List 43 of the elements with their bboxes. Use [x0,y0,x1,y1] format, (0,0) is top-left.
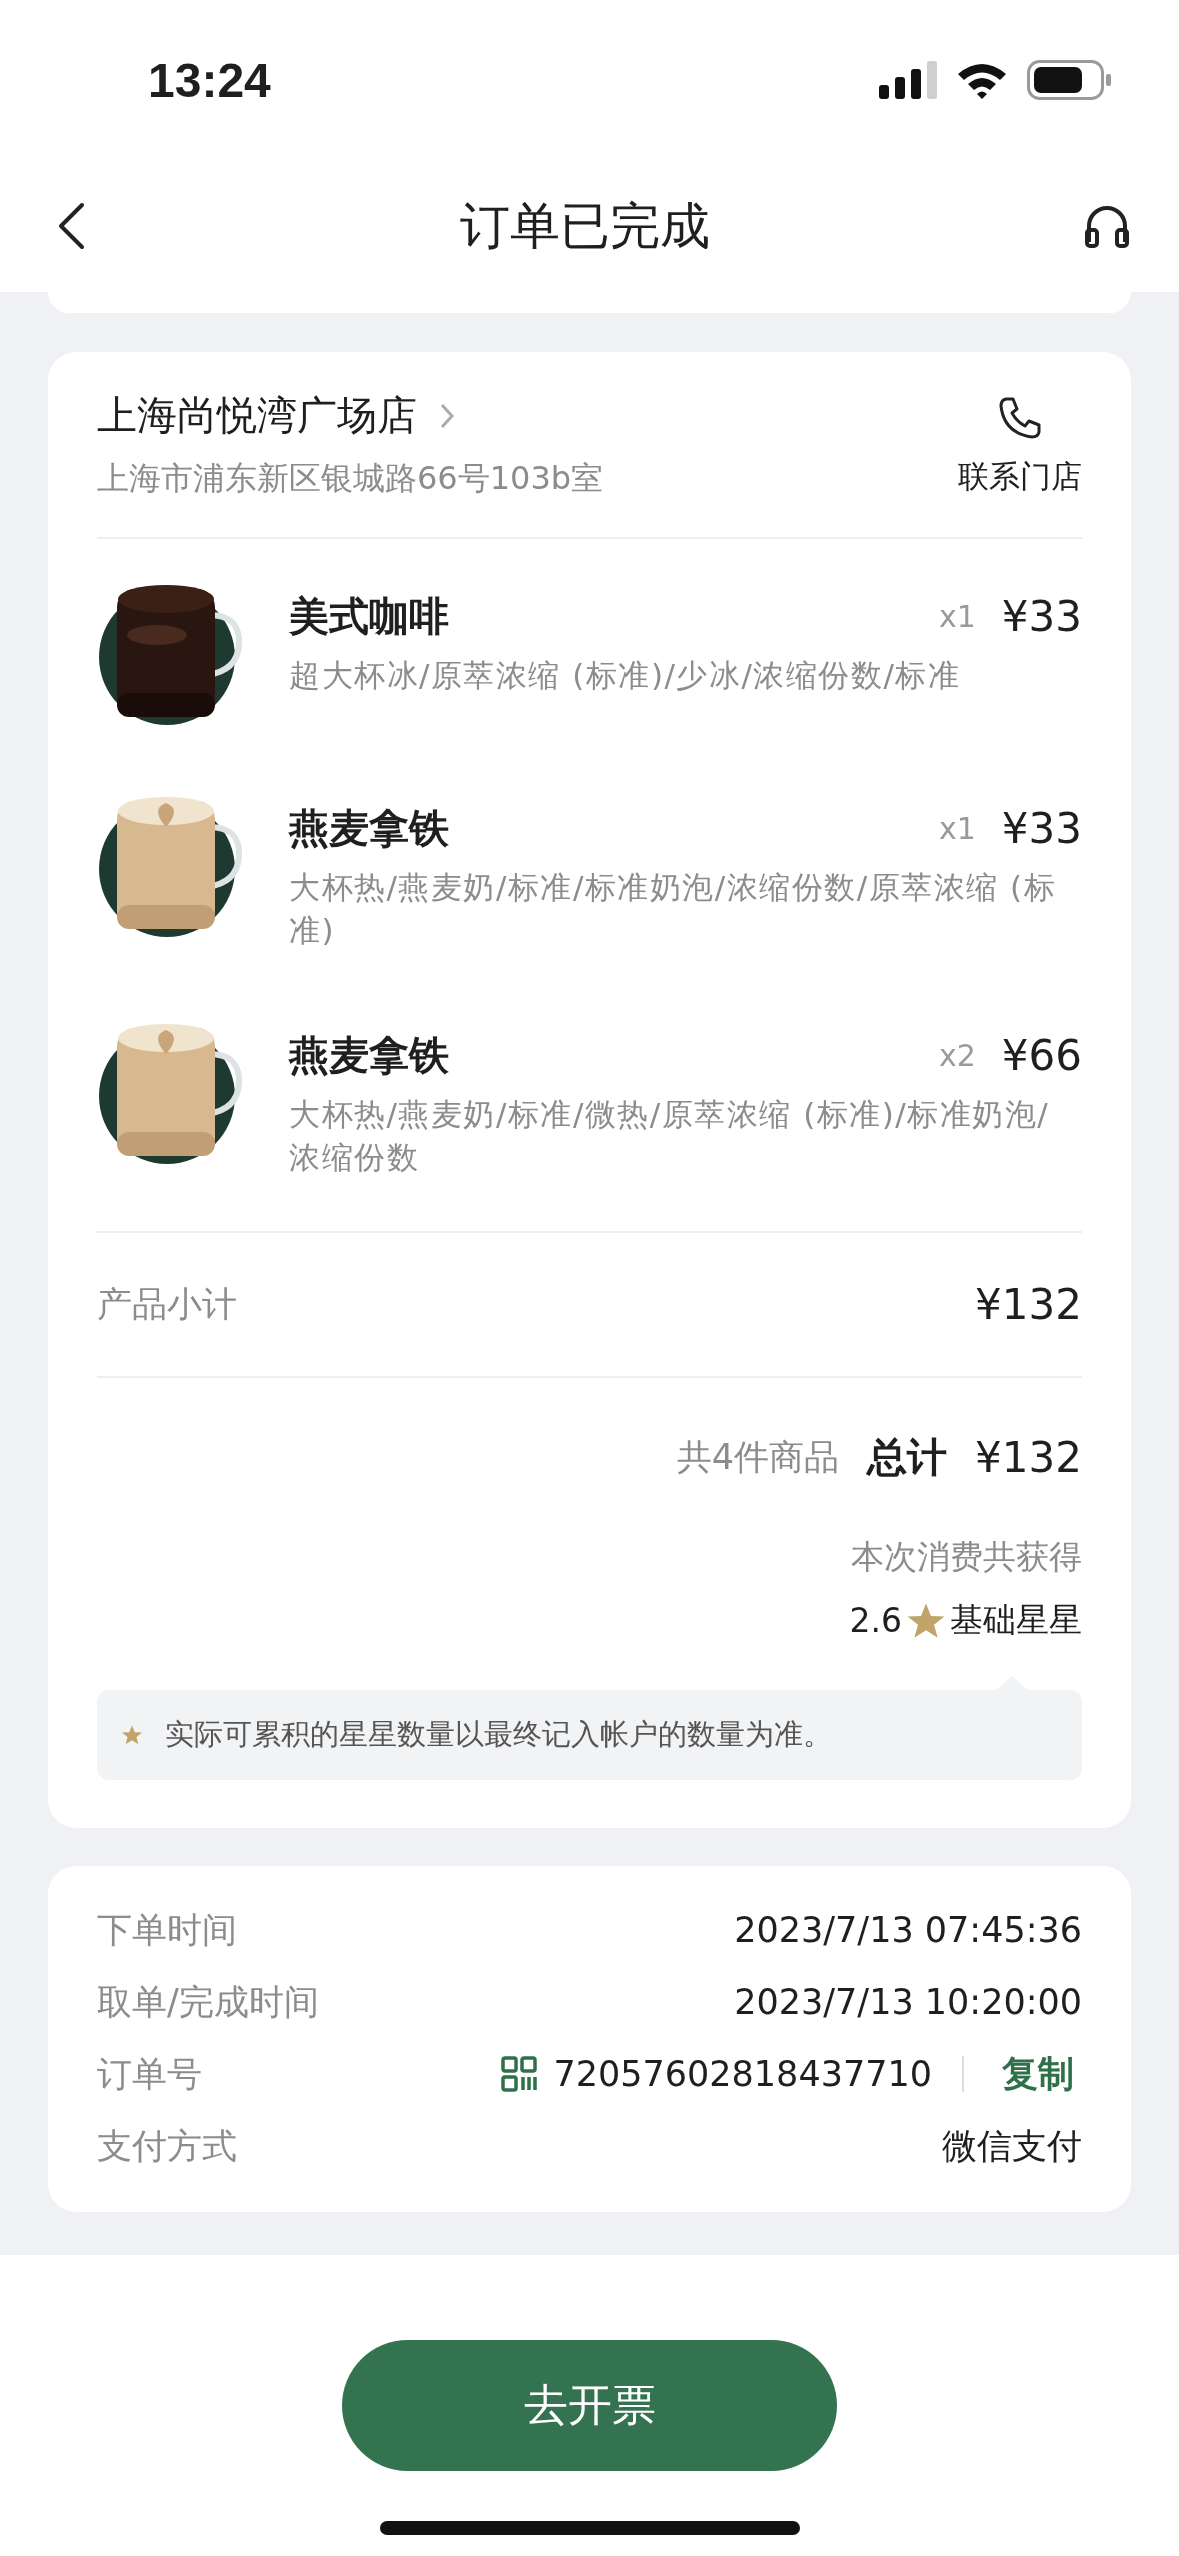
back-button[interactable] [56,202,86,250]
info-value: 微信支付 [942,2124,1082,2168]
stars-earned-value: 2.6 [849,1601,902,1640]
product-price: ¥33 [1001,804,1082,853]
phone-icon [998,396,1042,440]
status-time: 13:24 [148,52,271,108]
stars-earned-label: 本次消费共获得 [851,1536,1082,1578]
subtotal-label: 产品小计 [97,1283,237,1326]
product-price: ¥33 [1001,592,1082,641]
info-label: 取单/完成时间 [97,1980,319,2024]
order-number: 72057602818437710 [553,2054,932,2094]
info-label: 支付方式 [97,2124,237,2168]
store-address: 上海市浦东新区银城路66号103b室 [97,458,604,499]
product-quantity: x1 [939,811,976,846]
info-value: 2023/7/13 07:45:36 [734,1910,1082,1950]
signal-icon [879,61,937,99]
product-name: 燕麦拿铁 [289,804,450,853]
total-label: 总计 [867,1433,948,1482]
product-quantity: x1 [939,599,976,634]
qr-code-icon[interactable] [501,2056,538,2092]
product-options: 大杯热/燕麦奶/标准/标准奶泡/浓缩份数/原萃浓缩 (标准) [289,866,1082,952]
copy-button[interactable]: 复制 [1002,2049,1074,2099]
info-label: 下单时间 [97,1908,237,1952]
battery-icon [1027,60,1111,100]
stars-unit: 基础星星 [950,1599,1082,1641]
store-name-link[interactable]: 上海尚悦湾广场店 [97,388,604,443]
product-options: 超大杯冰/原萃浓缩 (标准)/少冰/浓缩份数/标准 [289,654,1082,697]
page-title: 订单已完成 [459,195,710,257]
contact-store-button[interactable]: 联系门店 [958,396,1082,498]
subtotal-value: ¥132 [975,1280,1082,1329]
chevron-icon [439,401,455,430]
star-icon [121,1724,143,1746]
info-value: 2023/7/13 10:20:00 [734,1982,1082,2022]
product-name: 美式咖啡 [289,592,450,641]
invoice-button[interactable]: 去开票 [342,2340,837,2471]
product-options: 大杯热/燕麦奶/标准/微热/原萃浓缩 (标准)/标准奶泡/浓缩份数 [289,1093,1082,1179]
item-count: 共4件商品 [676,1436,840,1479]
product-quantity: x2 [939,1038,976,1073]
info-label: 订单号 [97,2052,202,2096]
product-price: ¥66 [1001,1031,1082,1080]
product-name: 燕麦拿铁 [289,1031,450,1080]
note-text: 实际可累积的星星数量以最终记入帐户的数量为准。 [165,1716,832,1753]
total-value: ¥132 [975,1433,1082,1482]
